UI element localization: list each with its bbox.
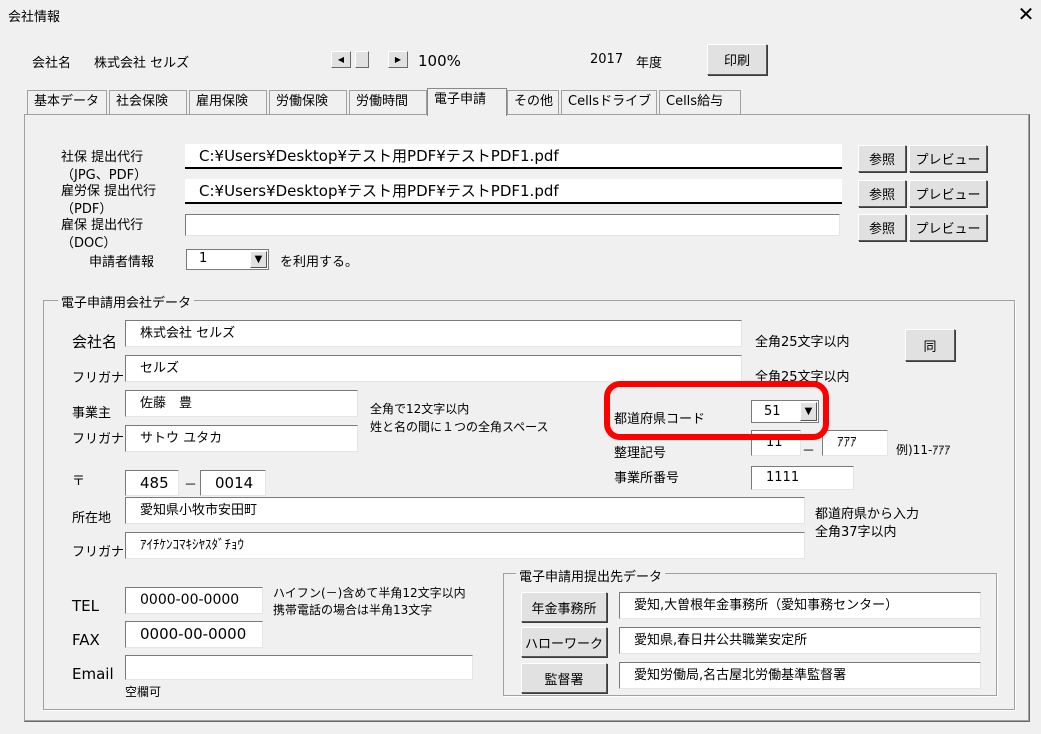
proxy-labor-label: 雇労保 提出代行 [61, 184, 157, 199]
fax-label: FAX [72, 631, 100, 649]
email-label: Email [72, 665, 114, 683]
hello-work-button[interactable]: ハローワーク [521, 627, 607, 657]
postal-input-2[interactable]: 0014 [200, 470, 266, 496]
close-icon[interactable]: ✕ [1012, 0, 1040, 28]
company-data-group-title: 電子申請用会社データ [58, 292, 195, 311]
proxy-employment-label: 雇保 提出代行 [61, 218, 144, 233]
zoom-increase-button[interactable]: ▶ [388, 51, 408, 68]
hello-work-value[interactable]: 愛知県,春日井公共職業安定所 [619, 627, 981, 654]
proxy-employment-sublabel: （DOC） [61, 236, 117, 251]
proxy-social-browse-button[interactable]: 参照 [858, 145, 906, 172]
email-note: 空欄可 [125, 685, 162, 699]
triangle-left-icon: ◀ [337, 55, 345, 64]
owner-note-1: 全角で12文字以内 [370, 402, 470, 416]
labor-inspection-button[interactable]: 監督署 [521, 663, 607, 693]
cd-furigana-label: フリガナ [72, 371, 125, 386]
zoom-decrease-button[interactable]: ◀ [331, 51, 351, 68]
address-note-1: 都道府県から入力 [815, 507, 920, 522]
tab-labor-insurance[interactable]: 労働保険 [269, 90, 347, 114]
year-value: 2017 [590, 52, 624, 67]
tel-label: TEL [72, 597, 99, 615]
owner-furigana-label: フリガナ [72, 432, 125, 447]
tab-social-insurance[interactable]: 社会保険 [109, 90, 187, 114]
owner-label: 事業主 [72, 406, 112, 421]
tab-other[interactable]: その他 [507, 90, 559, 114]
cd-name-label: 会社名 [72, 333, 118, 351]
tab-cells-drive[interactable]: Cellsドライブ [561, 90, 657, 114]
proxy-social-label: 社保 提出代行 [61, 150, 144, 165]
pension-office-value[interactable]: 愛知,大曽根年金事務所（愛知事務センター） [619, 592, 981, 619]
print-button[interactable]: 印刷 [707, 44, 767, 75]
zoom-level: 100% [418, 52, 461, 70]
applicant-suffix: を利用する。 [280, 255, 359, 270]
office-no-label: 事業所番号 [614, 471, 680, 486]
tab-e-application[interactable]: 電子申請 [427, 88, 507, 116]
tab-employment-insurance[interactable]: 雇用保険 [189, 90, 267, 114]
cd-furigana-input[interactable]: セルズ [125, 355, 742, 382]
proxy-employment-preview-button[interactable]: プレビュー [909, 214, 987, 241]
address-furigana-label: フリガナ [72, 545, 125, 560]
proxy-social-preview-button[interactable]: プレビュー [909, 145, 987, 172]
postal-mark: 〒 [72, 474, 86, 489]
proxy-employment-browse-button[interactable]: 参照 [858, 214, 906, 241]
triangle-right-icon: ▶ [394, 55, 402, 64]
cd-name-note: 全角25文字以内 [755, 335, 850, 350]
address-note-2: 全角37字以内 [815, 525, 897, 540]
seiri-example: 例)11-ｱｱｱ [896, 443, 951, 457]
address-furigana-input[interactable]: ｱｲﾁｹﾝｺﾏｷｼﾔｽﾀﾞﾁｮｳ [125, 532, 805, 559]
postal-input-1[interactable]: 485 [125, 470, 179, 496]
office-no-input[interactable]: 1111 [751, 466, 854, 490]
proxy-social-path[interactable]: C:¥Users¥Desktop¥テスト用PDF¥テストPDF1.pdf [185, 144, 842, 169]
proxy-labor-path[interactable]: C:¥Users¥Desktop¥テスト用PDF¥テストPDF1.pdf [185, 179, 842, 204]
tel-note-2: 携帯電話の場合は半角13文字 [273, 603, 433, 617]
tab-basic[interactable]: 基本データ [27, 90, 107, 114]
applicant-select[interactable]: 1 ▼ [186, 249, 269, 270]
proxy-employment-path[interactable] [185, 214, 840, 236]
fax-input[interactable]: 0000-00-0000 [125, 621, 263, 648]
window-title: 会社情報 [8, 10, 61, 25]
tel-input[interactable]: 0000-00-0000 [125, 587, 263, 614]
zoom-slider-thumb[interactable] [355, 51, 369, 68]
proxy-labor-browse-button[interactable]: 参照 [858, 180, 906, 207]
tab-working-hours[interactable]: 労働時間 [349, 90, 427, 114]
applicant-label: 申請者情報 [89, 255, 155, 270]
tel-note-1: ハイフン(－)含めて半角12文字以内 [273, 586, 466, 600]
highlight-box [604, 381, 829, 440]
submit-to-group-title: 電子申請用提出先データ [516, 566, 666, 585]
same-button[interactable]: 同 [905, 329, 955, 361]
labor-inspection-value[interactable]: 愛知労働局,名古屋北労働基準監督署 [619, 662, 981, 689]
cd-name-input[interactable]: 株式会社 セルズ [125, 320, 742, 347]
tab-cells-payroll[interactable]: Cells給与 [659, 90, 741, 114]
company-name: 株式会社 セルズ [94, 56, 190, 71]
address-input[interactable]: 愛知県小牧市安田町 [125, 497, 805, 524]
company-label: 会社名 [32, 56, 72, 71]
pension-office-button[interactable]: 年金事務所 [521, 592, 607, 622]
year-suffix: 年度 [636, 56, 663, 71]
email-input[interactable] [125, 655, 473, 680]
address-label: 所在地 [72, 511, 112, 526]
applicant-select-value: 1 [199, 251, 208, 266]
seiri-label: 整理記号 [614, 446, 667, 461]
proxy-labor-preview-button[interactable]: プレビュー [909, 180, 987, 207]
owner-furigana-input[interactable]: サトウ ユタカ [125, 425, 358, 452]
chevron-down-icon[interactable]: ▼ [250, 251, 267, 268]
owner-note-2: 姓と名の間に１つの全角スペース [370, 420, 549, 434]
postal-dash: － [184, 478, 198, 493]
seiri-dash: － [802, 444, 816, 459]
seiri-input-2[interactable]: ｱｱｱ [822, 430, 888, 456]
owner-input[interactable]: 佐藤 豊 [125, 390, 358, 417]
